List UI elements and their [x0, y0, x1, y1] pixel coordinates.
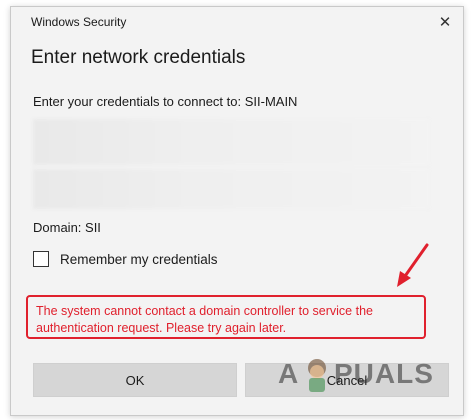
connection-prompt: Enter your credentials to connect to: SI… [33, 94, 298, 109]
credentials-dialog: Windows Security ✕ Enter network credent… [10, 6, 464, 416]
cancel-button[interactable]: Cancel [245, 363, 449, 397]
screenshot-canvas: Windows Security ✕ Enter network credent… [0, 0, 474, 420]
username-field[interactable] [33, 119, 429, 165]
error-message-box: The system cannot contact a domain contr… [26, 295, 426, 339]
ok-button[interactable]: OK [33, 363, 237, 397]
window-title: Windows Security [31, 15, 127, 29]
remember-credentials-label: Remember my credentials [60, 251, 218, 267]
close-icon: ✕ [438, 14, 452, 31]
password-field[interactable] [33, 169, 429, 209]
annotation-arrow-icon [397, 243, 429, 287]
close-button[interactable]: ✕ [433, 11, 457, 33]
remember-credentials-checkbox[interactable]: Remember my credentials [33, 251, 218, 267]
error-message: The system cannot contact a domain contr… [36, 304, 373, 335]
checkbox-box[interactable] [33, 251, 49, 267]
title-bar: Windows Security ✕ [11, 7, 463, 37]
domain-label: Domain: SII [33, 220, 101, 235]
dialog-heading: Enter network credentials [31, 47, 246, 68]
